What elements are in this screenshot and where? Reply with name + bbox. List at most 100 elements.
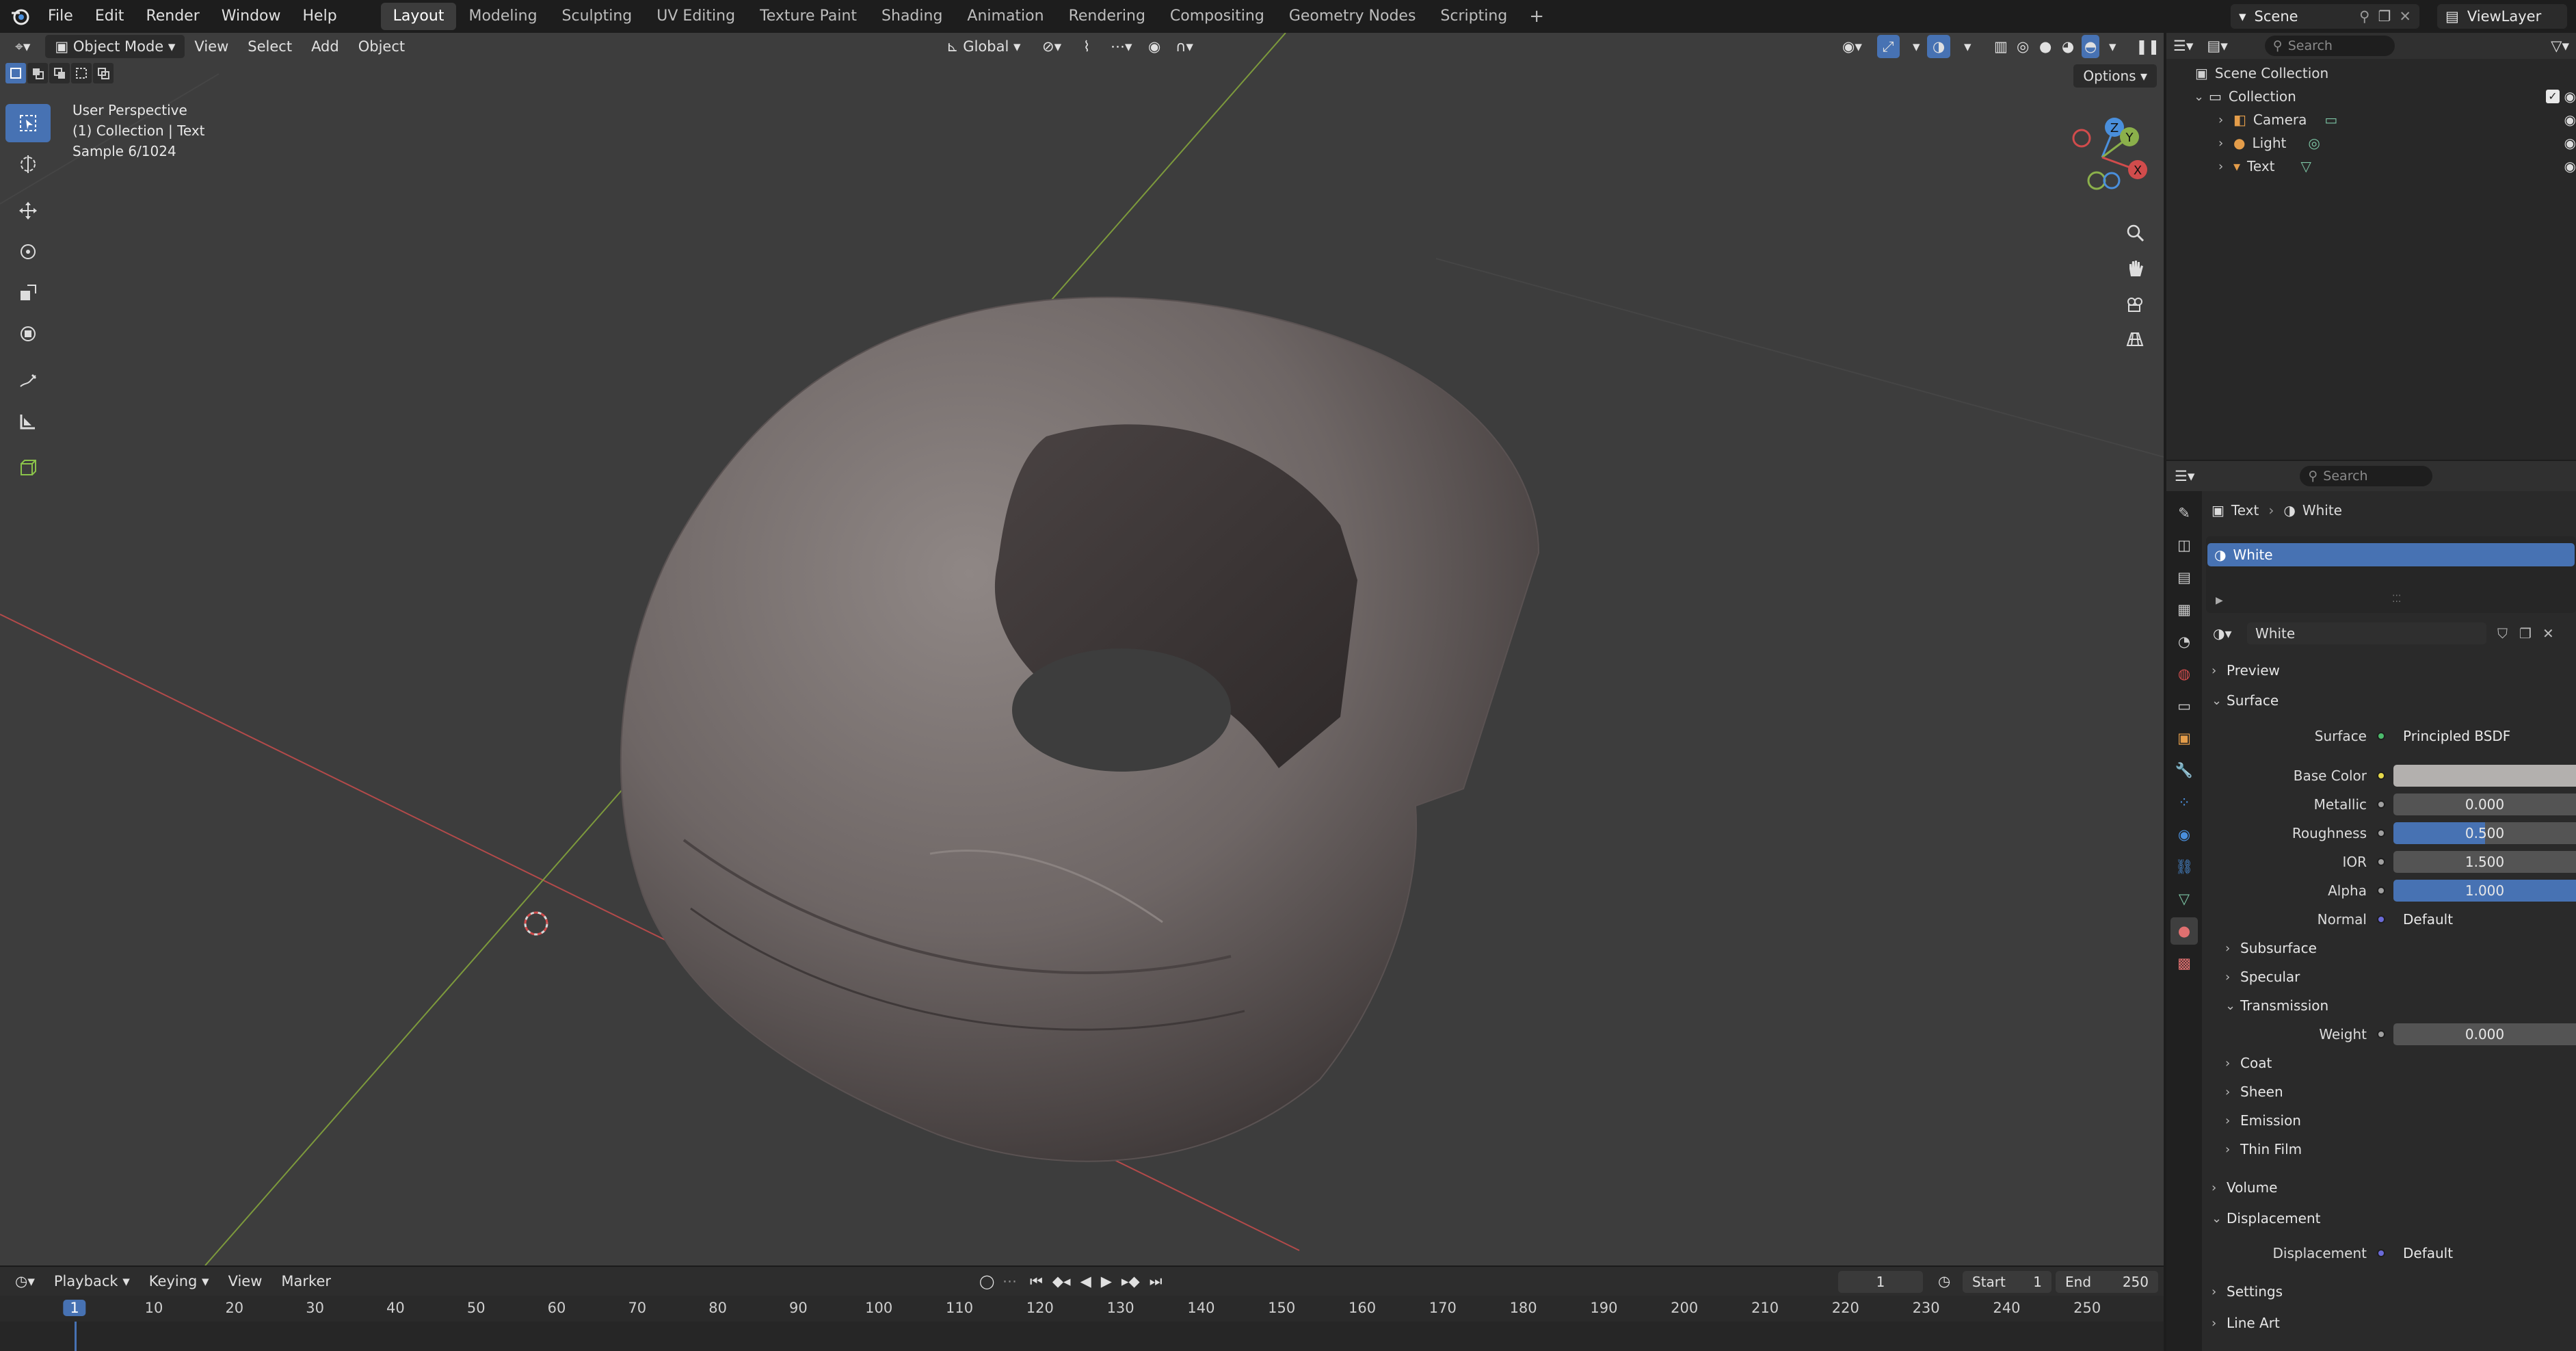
visibility-eye-icon[interactable]: ◉ [2564, 135, 2576, 151]
viewport-menu-object[interactable]: Object [349, 35, 414, 58]
current-frame-field[interactable]: 1 [1838, 1271, 1923, 1293]
constraints-tab-icon[interactable]: ⛓ [2170, 853, 2198, 880]
value-socket-icon[interactable] [2377, 1030, 2385, 1038]
delete-scene-icon[interactable]: ✕ [2399, 8, 2411, 25]
rendered-shading-icon[interactable]: ◓ [2082, 35, 2100, 58]
move-tool-icon[interactable] [5, 192, 51, 230]
transform-tool-icon[interactable] [5, 315, 51, 353]
zoom-icon[interactable] [2119, 216, 2151, 249]
ior-field[interactable]: 1.500 [2393, 851, 2576, 873]
visibility-eye-icon[interactable]: ◉ [2564, 158, 2576, 174]
render-tab-icon[interactable]: ◫ [2170, 532, 2198, 559]
expand-chevron-icon[interactable]: ⌄ [2194, 90, 2209, 104]
timeline-menu-playback[interactable]: Playback ▾ [44, 1270, 140, 1293]
select-invert-icon[interactable] [71, 63, 92, 83]
displacement-field[interactable]: Default [2393, 1242, 2576, 1264]
world-tab-icon[interactable]: ◍ [2170, 660, 2198, 687]
overlay-toggle-icon[interactable]: ◑ [1927, 35, 1951, 58]
roughness-slider[interactable]: 0.500 [2393, 822, 2576, 844]
visibility-eye-icon[interactable]: ◉ [2564, 88, 2576, 105]
filter-icon[interactable]: ▽▾ [2544, 34, 2576, 57]
light-data-icon[interactable]: ◎ [2308, 135, 2320, 151]
tree-item-text[interactable]: › ▾ Text ▽ ◉ [2166, 155, 2576, 178]
tab-compositing[interactable]: Compositing [1158, 3, 1277, 30]
expand-chevron-icon[interactable]: › [2218, 113, 2233, 127]
resize-handle-icon[interactable]: ⁚⁚⁚ [2392, 594, 2401, 605]
use-preview-range-icon[interactable]: ◷ [1928, 1270, 1960, 1293]
material-tab-icon[interactable]: ● [2170, 917, 2198, 945]
alpha-slider[interactable]: 1.000 [2393, 880, 2576, 902]
particles-tab-icon[interactable]: ⁘ [2170, 789, 2198, 816]
select-box-tool-icon[interactable] [5, 104, 51, 142]
annotate-tool-icon[interactable] [5, 361, 51, 399]
snap-toggle-icon[interactable]: ⌇ [1074, 35, 1100, 58]
preview-panel-header[interactable]: › Preview [2206, 658, 2576, 683]
falloff-icon[interactable]: ∩▾ [1166, 35, 1203, 58]
value-socket-icon[interactable] [2377, 858, 2385, 866]
properties-search-input[interactable]: ⚲ Search [2300, 466, 2433, 486]
transmission-panel-header[interactable]: ⌄ Transmission [2206, 993, 2576, 1018]
pan-hand-icon[interactable] [2119, 252, 2151, 285]
timeline-menu-keying[interactable]: Keying ▾ [140, 1270, 219, 1293]
tree-item-camera[interactable]: › ◧ Camera ▭ ◉ [2166, 108, 2576, 131]
ortho-toggle-icon[interactable] [2119, 323, 2151, 356]
frame-ruler[interactable]: 1 10 20 30 40 50 60 70 80 90 100 110 120 130 140 150 160… [0, 1297, 2164, 1322]
transmission-weight-slider[interactable]: 0.000 [2393, 1023, 2576, 1045]
color-socket-icon[interactable] [2377, 772, 2385, 780]
jump-end-icon[interactable]: ⏭ [1145, 1270, 1167, 1293]
tab-scripting[interactable]: Scripting [1428, 3, 1519, 30]
volume-panel-header[interactable]: › Volume [2206, 1175, 2576, 1200]
coat-panel-header[interactable]: › Coat [2206, 1051, 2576, 1075]
timeline-editor-type-icon[interactable]: ◷▾ [5, 1270, 44, 1293]
add-cube-tool-icon[interactable] [5, 449, 51, 487]
new-scene-icon[interactable]: ❐ [2378, 8, 2391, 25]
scene-tab-icon[interactable]: ◔ [2170, 628, 2198, 655]
menu-help[interactable]: Help [292, 0, 348, 33]
tree-collection[interactable]: ⌄ ▭ Collection ✓ ◉ [2166, 85, 2576, 108]
select-extend-icon[interactable] [27, 63, 48, 83]
overlay-dropdown-button[interactable]: ▾ [1954, 35, 1981, 58]
gizmo-dropdown-button[interactable]: ▾ [1903, 35, 1930, 58]
specular-panel-header[interactable]: › Specular [2206, 965, 2576, 989]
metallic-slider[interactable]: 0.000 [2393, 793, 2576, 815]
expand-chevron-icon[interactable]: › [2218, 136, 2233, 150]
surface-shader-field[interactable]: Principled BSDF [2393, 725, 2576, 747]
line-art-panel-header[interactable]: › Line Art [2206, 1311, 2576, 1335]
display-mode-icon[interactable]: ▤▾ [2200, 34, 2234, 57]
outliner-search-input[interactable]: ⚲ Search [2264, 36, 2395, 56]
play-reverse-icon[interactable]: ◀ [1076, 1270, 1096, 1293]
tree-scene-collection[interactable]: ▣ Scene Collection [2166, 62, 2576, 85]
select-new-icon[interactable] [5, 63, 26, 83]
gizmo-toggle-icon[interactable]: ⤢ [1877, 35, 1900, 58]
tab-animation[interactable]: Animation [955, 3, 1056, 30]
object-tab-icon[interactable]: ▣ [2170, 724, 2198, 752]
pin-icon[interactable]: ⚲ [2359, 8, 2369, 25]
tab-uv-editing[interactable]: UV Editing [644, 3, 747, 30]
view-layer-selector[interactable]: ▤ ViewLayer [2437, 4, 2567, 29]
value-socket-icon[interactable] [2377, 829, 2385, 837]
value-socket-icon[interactable] [2377, 800, 2385, 809]
vector-socket-icon[interactable] [2377, 915, 2385, 923]
tab-sculpting[interactable]: Sculpting [550, 3, 645, 30]
expand-chevron-icon[interactable]: › [2218, 159, 2233, 174]
unlink-material-icon[interactable]: ✕ [2542, 625, 2554, 642]
scale-tool-icon[interactable] [5, 274, 51, 312]
expand-list-icon[interactable]: ▶ [2216, 595, 2223, 606]
play-icon[interactable]: ▶ [1097, 1270, 1116, 1293]
viewport-menu-add[interactable]: Add [302, 35, 349, 58]
3d-cursor-icon[interactable] [524, 911, 548, 936]
surface-panel-header[interactable]: ⌄ Surface [2206, 688, 2576, 713]
shader-socket-icon[interactable] [2377, 732, 2385, 740]
viewport-menu-view[interactable]: View [185, 35, 238, 58]
3d-viewport[interactable]: ⌖▾ ▣ Object Mode ▾ View Select Add Objec… [0, 33, 2164, 1265]
scene-selector[interactable]: ▾ Scene ⚲ ❐ ✕ [2231, 4, 2419, 29]
tree-item-light[interactable]: › ● Light ◎ ◉ [2166, 131, 2576, 155]
browse-material-icon[interactable]: ◑▾ [2213, 625, 2232, 642]
timeline-menu-marker[interactable]: Marker [271, 1270, 341, 1293]
modifier-tab-icon[interactable]: 🔧 [2170, 757, 2198, 784]
wireframe-shading-icon[interactable]: ◎ [2014, 35, 2032, 58]
navigation-gizmo[interactable]: Z Y X [2054, 109, 2150, 205]
snap-settings-button[interactable]: ⋯▾ [1101, 35, 1142, 58]
select-subtract-icon[interactable] [49, 63, 70, 83]
material-shading-icon[interactable]: ◕ [2059, 35, 2077, 58]
